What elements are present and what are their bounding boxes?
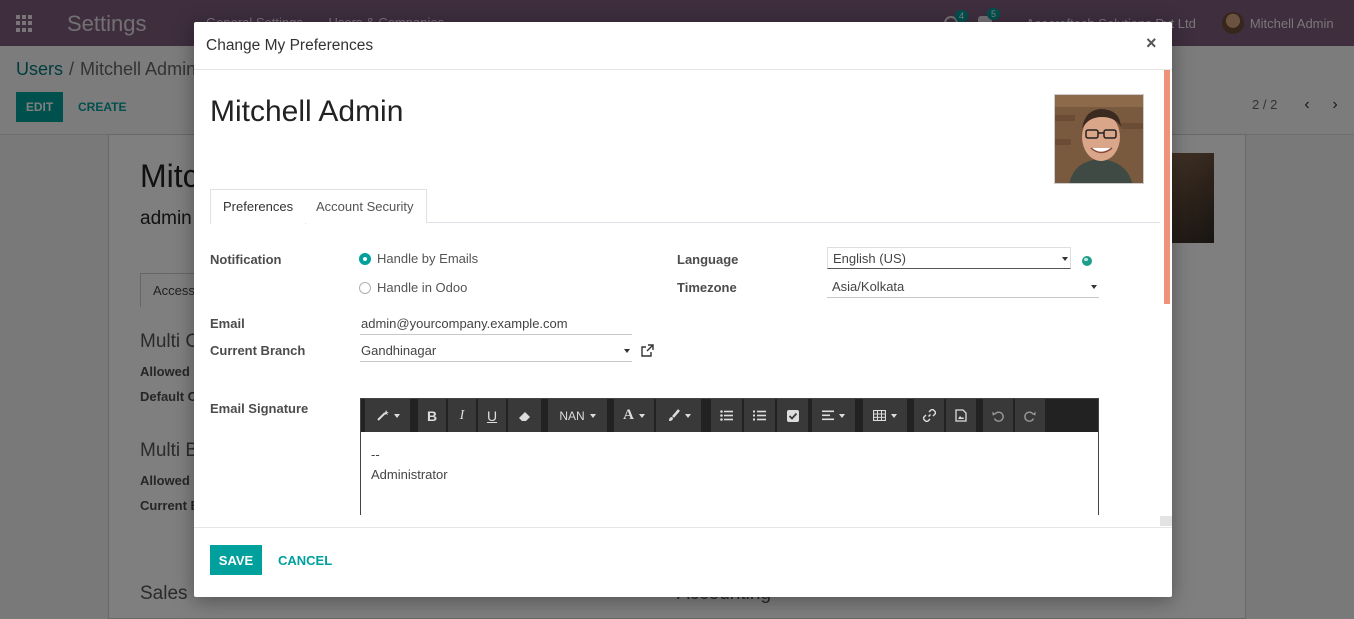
current-branch-select[interactable]: Gandhinagar	[360, 340, 632, 362]
language-label: Language	[677, 252, 739, 267]
current-branch-value: Gandhinagar	[361, 343, 437, 358]
underline-icon[interactable]: U	[478, 399, 507, 432]
radio-handle-in-odoo[interactable]: Handle in Odoo	[359, 280, 467, 295]
magic-wand-icon[interactable]	[365, 399, 411, 432]
email-label: Email	[210, 316, 245, 331]
signature-editor[interactable]: B I U NAN A -- Administrator	[360, 398, 1099, 515]
save-button[interactable]: SAVE	[210, 545, 262, 575]
redo-icon[interactable]	[1015, 399, 1046, 432]
radio-checked-icon[interactable]	[359, 252, 371, 265]
external-link-icon[interactable]	[641, 344, 654, 357]
bold-icon[interactable]: B	[418, 399, 447, 432]
font-color-icon[interactable]: A	[614, 399, 655, 432]
dialog-footer: SAVE CANCEL	[194, 527, 1172, 597]
record-name: Mitchell Admin	[210, 95, 404, 128]
editor-toolbar: B I U NAN A	[361, 399, 1098, 432]
signature-line-1: --	[371, 447, 380, 462]
radio-label-emails: Handle by Emails	[377, 251, 479, 266]
table-icon[interactable]	[863, 399, 908, 432]
tab-account-security[interactable]: Account Security	[304, 189, 427, 223]
scrollbar-corner	[1160, 516, 1172, 526]
dialog-tabs: Preferences Account Security	[210, 189, 1160, 224]
radio-label-odoo: Handle in Odoo	[377, 280, 468, 295]
undo-icon[interactable]	[983, 399, 1014, 432]
image-icon[interactable]	[946, 399, 977, 432]
dialog-title: Change My Preferences	[206, 37, 374, 54]
cancel-button[interactable]: CANCEL	[272, 545, 338, 575]
radio-handle-by-emails[interactable]: Handle by Emails	[359, 251, 478, 266]
close-icon[interactable]: ×	[1146, 33, 1157, 53]
vertical-scrollbar-thumb[interactable]	[1164, 70, 1170, 304]
chevron-down-icon	[1091, 285, 1097, 289]
checklist-icon[interactable]	[777, 399, 809, 432]
preferences-dialog: Change My Preferences × Mitchell Admin P	[194, 22, 1172, 597]
font-size-dropdown[interactable]: NAN	[548, 399, 608, 432]
timezone-value: Asia/Kolkata	[832, 279, 905, 294]
signature-line-2: Administrator	[371, 467, 448, 482]
eraser-icon[interactable]	[508, 399, 542, 432]
dialog-body: Mitchell Admin Preferences Account Secur…	[194, 70, 1172, 515]
dialog-header: Change My Preferences ×	[194, 22, 1172, 70]
email-field[interactable]: admin@yourcompany.example.com	[360, 313, 632, 335]
italic-icon[interactable]: I	[448, 399, 477, 432]
email-signature-label: Email Signature	[210, 401, 309, 416]
chevron-down-icon	[624, 349, 630, 353]
timezone-select[interactable]: Asia/Kolkata	[827, 276, 1099, 298]
font-size-label: NAN	[559, 408, 585, 423]
paint-brush-icon[interactable]	[656, 399, 702, 432]
bullet-list-icon[interactable]	[711, 399, 743, 432]
user-photo-image	[1055, 95, 1143, 183]
link-icon[interactable]	[914, 399, 945, 432]
radio-unchecked-icon[interactable]	[359, 281, 371, 294]
tab-preferences[interactable]: Preferences	[210, 189, 307, 224]
numbered-list-icon[interactable]	[744, 399, 776, 432]
timezone-label: Timezone	[677, 280, 737, 295]
signature-content[interactable]: -- Administrator	[371, 445, 448, 485]
chevron-down-icon	[1062, 257, 1068, 261]
globe-icon[interactable]	[1082, 256, 1092, 266]
user-photo[interactable]	[1054, 94, 1144, 184]
current-branch-label: Current Branch	[210, 343, 306, 358]
language-select[interactable]: English (US)	[827, 247, 1071, 269]
align-icon[interactable]	[812, 399, 856, 432]
notification-label: Notification	[210, 252, 282, 267]
language-value: English (US)	[833, 251, 906, 266]
